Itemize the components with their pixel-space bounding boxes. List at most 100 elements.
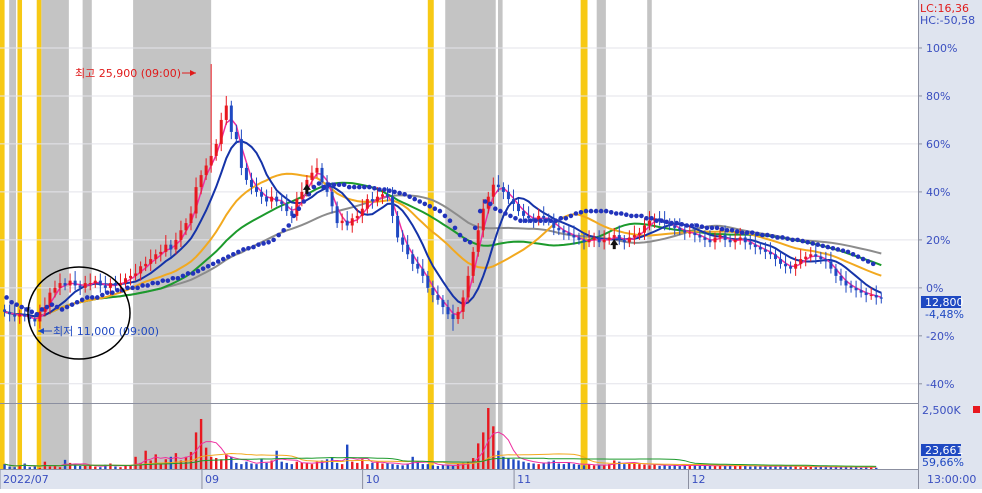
volume-bar [204, 447, 208, 469]
sar-dot [714, 225, 720, 231]
volume-bar [567, 462, 571, 469]
volume-scale-marker-icon [973, 406, 980, 413]
volume-bar [376, 461, 379, 469]
sar-dot [629, 213, 634, 219]
y-tick-label: 60% [926, 138, 950, 151]
x-tick-label: 09 [205, 473, 219, 486]
sar-dot [558, 215, 564, 221]
sar-dot [860, 256, 866, 262]
candle [204, 165, 208, 176]
candle [154, 254, 158, 260]
sar-dot [457, 232, 463, 238]
candle [622, 239, 626, 243]
candle [874, 295, 878, 298]
sar-dot [256, 242, 261, 247]
volume-bar [48, 466, 52, 469]
candle [431, 287, 435, 296]
time-axis-panel[interactable] [0, 470, 918, 489]
candle [63, 283, 67, 286]
volume-bar [643, 464, 646, 469]
volume-bar [109, 463, 112, 469]
volume-bar [623, 464, 626, 469]
candle [350, 218, 354, 226]
candle [542, 215, 546, 219]
candle [315, 167, 319, 173]
sar-dot [276, 232, 281, 238]
volume-bar [492, 426, 495, 469]
sar-dot [321, 184, 327, 190]
sar-dot [4, 295, 9, 300]
candle [673, 225, 677, 228]
yellow-band [17, 0, 23, 469]
y-tick-label: -40% [926, 378, 954, 391]
candle [23, 314, 27, 317]
sar-dot [694, 223, 700, 228]
volume-axis-label: 2,500K [922, 404, 961, 417]
sar-dot [855, 254, 861, 259]
candle [859, 290, 863, 293]
sar-dot [573, 211, 579, 216]
sar-dot [402, 192, 407, 197]
sar-dot [765, 232, 770, 238]
volume-bar [542, 462, 545, 469]
sar-dot [810, 241, 816, 246]
candle [194, 187, 198, 214]
volume-bar [512, 459, 515, 469]
candle [280, 201, 284, 204]
volume-bar [592, 465, 596, 469]
candle [8, 311, 12, 315]
sar-dot [699, 224, 705, 229]
volume-bar [602, 465, 606, 469]
sar-dot [14, 302, 19, 307]
candle [597, 237, 601, 243]
volume-pct-readout: 59,66% [922, 456, 964, 469]
sar-dot [135, 285, 140, 291]
sar-dot [130, 285, 135, 291]
candle [275, 196, 279, 202]
candle [607, 237, 611, 240]
sar-dot [397, 190, 402, 196]
volume-bar [396, 464, 399, 469]
volume-bar [325, 459, 329, 469]
candle [320, 167, 324, 183]
candle [466, 275, 470, 298]
sar-dot [719, 226, 725, 232]
x-tick-label: 10 [366, 473, 380, 486]
sar-dot [311, 184, 317, 190]
candle [184, 223, 188, 231]
volume-bar [381, 463, 384, 469]
sar-dot [105, 290, 110, 295]
sar-dot [266, 239, 271, 245]
sar-dot [432, 206, 438, 211]
sar-dot [845, 249, 851, 255]
candle [648, 220, 652, 226]
sar-dot [538, 218, 543, 223]
candle [456, 311, 460, 320]
sar-dot [84, 295, 90, 300]
candle [159, 251, 163, 255]
volume-bar [431, 465, 435, 469]
sar-dot [185, 271, 191, 276]
sar-dot [805, 239, 811, 245]
sar-dot [518, 218, 523, 223]
candle [763, 249, 767, 252]
sar-dot [608, 209, 614, 215]
sar-dot [271, 237, 276, 243]
candle [879, 297, 883, 299]
volume-bar [366, 464, 369, 469]
volume-bar [658, 465, 661, 469]
candle [401, 237, 405, 245]
sar-dot [220, 256, 226, 262]
candle [255, 187, 259, 192]
candle [300, 191, 304, 200]
sar-dot [613, 211, 619, 216]
candle [799, 259, 803, 264]
sar-dot [115, 287, 120, 293]
candle [149, 259, 153, 264]
sar-dot [74, 299, 80, 305]
volume-bar [255, 464, 258, 469]
volume-bar [285, 462, 288, 469]
volume-bar [759, 466, 762, 469]
volume-bar [89, 465, 92, 469]
volume-bar [340, 464, 344, 469]
